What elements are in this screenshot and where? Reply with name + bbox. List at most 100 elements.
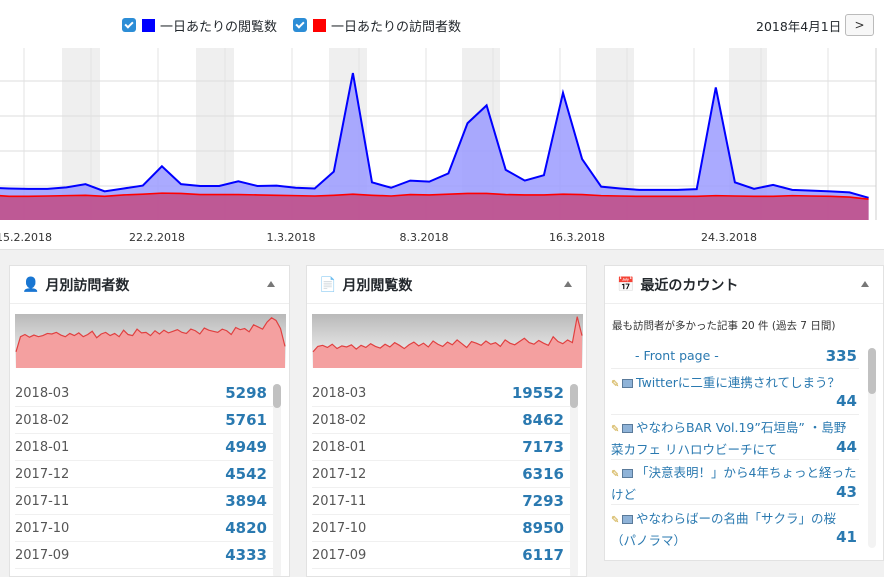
list-item[interactable]: ✎ やなわらばーの名曲「サクラ」の桜（パノラマ） 41 xyxy=(611,509,861,549)
recent-count-subtitle: 最も訪問者が多かった記事 20 件 (過去 7 日間) xyxy=(612,320,836,332)
post-link[interactable]: やなわらばーの名曲「サクラ」の桜（パノラマ） xyxy=(611,511,836,548)
scrollbar-thumb[interactable] xyxy=(570,384,578,408)
daily-stats-chart: 15.2.2018 22.2.2018 1.3.2018 8.3.2018 16.3.2… xyxy=(0,48,877,244)
post-link[interactable]: やなわらBAR Vol.19”石垣島” ・島野菜カフェ リハロウビーチにて xyxy=(611,420,846,457)
month-count[interactable]: 5298 xyxy=(225,384,267,402)
month-label: 2017-09 xyxy=(312,547,367,563)
visitors-sparkline xyxy=(15,314,286,368)
legend-visitors[interactable]: 一日あたりの訪問者数 xyxy=(293,15,461,35)
recent-count-title: 最近のカウント xyxy=(640,277,739,294)
post-link[interactable]: Twitterに二重に連携されてしまう？ xyxy=(636,375,840,390)
monthly-views-title: 月別閲覧数 xyxy=(342,277,413,294)
scrollbar-thumb[interactable] xyxy=(868,348,876,394)
month-label: 2017-11 xyxy=(15,493,70,509)
month-label: 2017-10 xyxy=(312,520,367,536)
stats-chart-panel: 一日あたりの閲覧数 一日あたりの訪問者数 2018年4月1日 > 15.2.20… xyxy=(0,0,884,250)
date-label: 2018年4月1日 xyxy=(756,19,842,34)
x-tick-label: 16.3.2018 xyxy=(549,231,605,244)
table-row: 2018-01 4949 xyxy=(15,434,281,461)
divider xyxy=(611,368,859,369)
table-row: 2017-12 4542 xyxy=(15,461,281,488)
month-label: 2017-12 xyxy=(15,466,70,482)
month-label: 2017-10 xyxy=(15,520,70,536)
monitor-icon xyxy=(622,379,633,388)
monthly-views-header[interactable]: 📄 月別閲覧数 xyxy=(307,266,586,304)
month-count[interactable]: 7293 xyxy=(522,492,564,510)
post-count: 41 xyxy=(836,528,857,546)
pencil-icon: ✎ xyxy=(611,515,620,526)
post-link[interactable]: 「決意表明！」から4年ちょっと経ったけど xyxy=(611,465,856,502)
month-count[interactable]: 5761 xyxy=(225,411,267,429)
month-label: 2017-09 xyxy=(15,547,70,563)
recent-count-header[interactable]: 📅 最近のカウント xyxy=(605,266,883,304)
x-tick-label: 1.3.2018 xyxy=(267,231,316,244)
monthly-views-widget: 📄 月別閲覧数 2018-03 19552 2018-02 8462 2018-01 71… xyxy=(306,265,587,577)
table-row: 2017-11 3894 xyxy=(15,488,281,515)
month-label: 2018-03 xyxy=(15,385,70,401)
month-count[interactable]: 6117 xyxy=(522,546,564,564)
visitors-color-swatch xyxy=(313,18,326,32)
views-color-swatch xyxy=(142,18,155,32)
table-row: 2017-10 8950 xyxy=(312,515,578,542)
series-area-visitors xyxy=(0,193,869,220)
pencil-icon: ✎ xyxy=(611,469,620,480)
monthly-visitors-list: 2018-03 5298 2018-02 5761 2018-01 4949 2017-12… xyxy=(15,380,281,569)
post-count: 335 xyxy=(825,347,857,365)
monitor-icon xyxy=(622,515,633,524)
monitor-icon xyxy=(622,424,633,433)
legend-views[interactable]: 一日あたりの閲覧数 xyxy=(122,15,277,35)
divider xyxy=(611,459,859,460)
collapse-toggle-icon[interactable] xyxy=(861,281,869,287)
x-tick-label: 8.3.2018 xyxy=(400,231,449,244)
list-item[interactable]: ✎ やなわらBAR Vol.19”石垣島” ・島野菜カフェ リハロウビーチにて 4… xyxy=(611,418,861,458)
x-axis-ticks: 15.2.2018 22.2.2018 1.3.2018 8.3.2018 16.3.2… xyxy=(0,231,757,244)
month-label: 2018-02 xyxy=(312,412,367,428)
visitor-icon: 👤 xyxy=(22,276,40,293)
x-tick-label: 15.2.2018 xyxy=(0,231,52,244)
divider xyxy=(611,414,859,415)
pencil-icon: ✎ xyxy=(611,424,620,435)
month-label: 2017-11 xyxy=(312,493,367,509)
table-row: 2018-03 5298 xyxy=(15,380,281,407)
pencil-icon: ✎ xyxy=(611,379,620,390)
scrollbar-track[interactable] xyxy=(570,384,578,576)
table-row: 2017-12 6316 xyxy=(312,461,578,488)
monthly-visitors-widget: 👤 月別訪問者数 2018-03 5298 2018-02 5761 2018-01 49… xyxy=(9,265,290,577)
list-item[interactable]: ✎ Twitterに二重に連携されてしまう？ 44 xyxy=(611,373,861,413)
month-count[interactable]: 7173 xyxy=(522,438,564,456)
scrollbar-track[interactable] xyxy=(273,384,281,576)
post-count: 43 xyxy=(836,483,857,501)
scrollbar-thumb[interactable] xyxy=(273,384,281,408)
collapse-toggle-icon[interactable] xyxy=(564,281,572,287)
x-tick-label: 22.2.2018 xyxy=(129,231,185,244)
month-label: 2018-01 xyxy=(15,439,70,455)
post-link[interactable]: - Front page - xyxy=(611,346,861,366)
month-count[interactable]: 4949 xyxy=(225,438,267,456)
month-count[interactable]: 8950 xyxy=(522,519,564,537)
table-row: 2018-02 8462 xyxy=(312,407,578,434)
month-count[interactable]: 6316 xyxy=(522,465,564,483)
monthly-visitors-header[interactable]: 👤 月別訪問者数 xyxy=(10,266,289,304)
list-item[interactable]: - Front page - 335 xyxy=(611,346,861,368)
list-item[interactable]: ✎ 「決意表明！」から4年ちょっと経ったけど 43 xyxy=(611,463,861,503)
monthly-views-list: 2018-03 19552 2018-02 8462 2018-01 7173 2017-1… xyxy=(312,380,578,569)
collapse-toggle-icon[interactable] xyxy=(267,281,275,287)
recent-count-widget: 📅 最近のカウント 最も訪問者が多かった記事 20 件 (過去 7 日間) - … xyxy=(604,265,884,561)
month-count[interactable]: 8462 xyxy=(522,411,564,429)
views-checkbox[interactable] xyxy=(122,18,136,32)
month-count[interactable]: 4333 xyxy=(225,546,267,564)
table-row: 2017-09 4333 xyxy=(15,542,281,569)
calendar-icon: 📅 xyxy=(617,276,635,293)
post-count: 44 xyxy=(836,392,857,410)
post-count: 44 xyxy=(836,438,857,456)
x-tick-label: 24.3.2018 xyxy=(701,231,757,244)
month-count[interactable]: 4542 xyxy=(225,465,267,483)
month-count[interactable]: 19552 xyxy=(512,384,564,402)
divider xyxy=(611,504,859,505)
month-count[interactable]: 3894 xyxy=(225,492,267,510)
next-date-button[interactable]: > xyxy=(845,14,874,36)
visitors-checkbox[interactable] xyxy=(293,18,307,32)
month-label: 2018-03 xyxy=(312,385,367,401)
monitor-icon xyxy=(622,469,633,478)
month-count[interactable]: 4820 xyxy=(225,519,267,537)
